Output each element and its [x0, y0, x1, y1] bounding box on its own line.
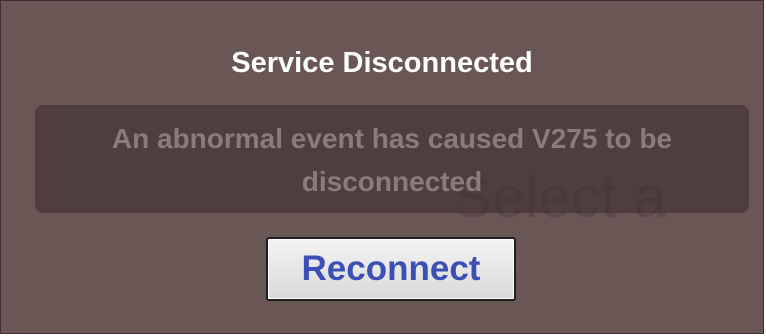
- disconnect-message: An abnormal event has caused V275 to be …: [111, 123, 673, 197]
- reconnect-button[interactable]: Reconnect: [266, 237, 516, 301]
- message-box: An abnormal event has caused V275 to be …: [35, 105, 749, 213]
- service-disconnected-dialog: Select a Service Disconnected An abnorma…: [0, 0, 764, 334]
- dialog-title: Service Disconnected: [231, 47, 533, 79]
